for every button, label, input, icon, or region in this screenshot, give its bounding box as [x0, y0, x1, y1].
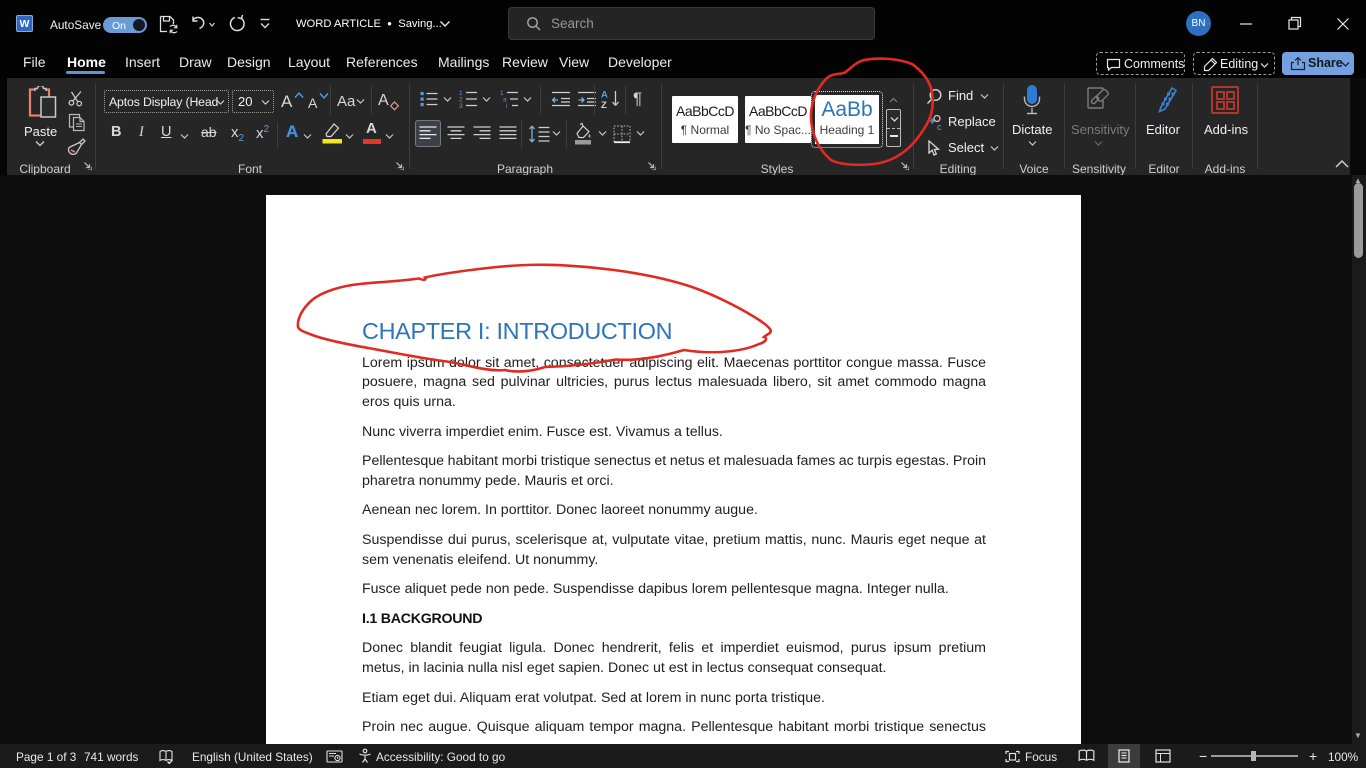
svg-text:A: A [601, 90, 608, 101]
svg-text:c: c [937, 122, 942, 132]
svg-text:Z: Z [601, 100, 607, 109]
svg-text:i: i [506, 103, 507, 108]
svg-text:3: 3 [459, 103, 463, 108]
